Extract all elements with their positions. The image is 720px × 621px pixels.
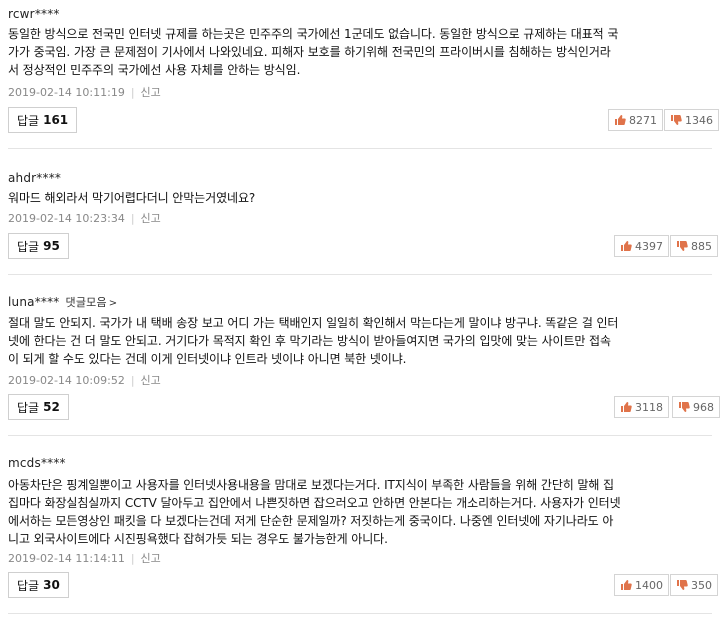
comment-line: 가가 중국임. 가장 큰 문제점이 기사에서 나와있네요. 피해자 보호를 하기… <box>8 45 611 59</box>
dislike-button[interactable]: 885 <box>670 235 718 257</box>
dislike-button[interactable]: 1346 <box>664 109 719 131</box>
like-count: 1400 <box>635 578 663 592</box>
comment-line: 동일한 방식으로 전국민 인터넷 규제를 하는곳은 민주주의 국가에선 1군데도… <box>8 27 619 41</box>
dislike-count: 885 <box>691 239 712 253</box>
like-button[interactable]: 1400 <box>614 574 669 596</box>
comment-divider <box>8 435 712 436</box>
thumbs-down-icon <box>679 402 690 412</box>
reply-label: 답글 <box>17 578 40 593</box>
like-button[interactable]: 3118 <box>614 396 669 418</box>
reply-button[interactable]: 답글 52 <box>8 394 69 420</box>
thumbs-up-icon <box>615 115 626 125</box>
thumbs-down-icon <box>671 115 682 125</box>
comment-divider <box>8 148 712 149</box>
thumbs-down-icon <box>677 241 688 251</box>
reply-label: 답글 <box>17 400 40 415</box>
like-count: 3118 <box>635 400 663 414</box>
comment-line: 니고 외국사이트에다 시진핑욕했다 잡혀가듯 되는 경우도 불가능한게 아니다. <box>8 532 388 546</box>
reply-button[interactable]: 답글 30 <box>8 572 69 598</box>
report-link[interactable]: 신고 <box>141 86 161 99</box>
reply-label: 답글 <box>17 239 40 254</box>
thumbs-up-icon <box>621 402 632 412</box>
comment-timestamp: 2019-02-14 10:11:19 <box>8 86 125 99</box>
thumbs-up-icon <box>621 241 632 251</box>
comment-author[interactable]: mcds**** <box>8 456 66 470</box>
reply-button[interactable]: 답글 95 <box>8 233 69 259</box>
comment-body: 절대 말도 안되지. 국가가 내 택배 송장 보고 어디 가는 택배인지 일일히… <box>8 314 714 368</box>
like-count: 4397 <box>635 239 663 253</box>
comment-line: 집마다 화장실침실까지 CCTV 달아두고 집안에서 나쁜짓하면 잡으러오고 안… <box>8 496 621 510</box>
dislike-button[interactable]: 968 <box>672 396 720 418</box>
like-button[interactable]: 8271 <box>608 109 663 131</box>
comment-timestamp: 2019-02-14 10:09:52 <box>8 374 125 387</box>
dislike-button[interactable]: 350 <box>670 574 718 596</box>
thumbs-down-icon <box>677 580 688 590</box>
comment-line: 에서하는 모든영상인 패킷을 다 보겠다는건데 저게 단순한 문제일까? 저짓하… <box>8 514 614 528</box>
comment-author[interactable]: luna**** <box>8 295 60 309</box>
reply-button[interactable]: 답글 161 <box>8 107 78 133</box>
dislike-count: 968 <box>693 400 714 414</box>
reply-count: 30 <box>43 578 60 592</box>
comment-meta: 2019-02-14 10:11:19 | 신고 <box>8 86 161 99</box>
comment-meta: 2019-02-14 11:14:11 | 신고 <box>8 552 161 565</box>
report-link[interactable]: 신고 <box>141 374 161 387</box>
comment-body: 아동차단은 핑계일뿐이고 사용자를 인터넷사용내용을 맘대로 보겠다는거다. I… <box>8 476 714 548</box>
reply-count: 161 <box>43 113 69 127</box>
comment-line: 아동차단은 핑계일뿐이고 사용자를 인터넷사용내용을 맘대로 보겠다는거다. I… <box>8 478 614 492</box>
comment-line: 절대 말도 안되지. 국가가 내 택배 송장 보고 어디 가는 택배인지 일일히… <box>8 316 619 330</box>
like-count: 8271 <box>629 113 657 127</box>
like-button[interactable]: 4397 <box>614 235 669 257</box>
comment-body: 동일한 방식으로 전국민 인터넷 규제를 하는곳은 민주주의 국가에선 1군데도… <box>8 25 714 79</box>
comment-timestamp: 2019-02-14 11:14:11 <box>8 552 125 565</box>
comment-meta: 2019-02-14 10:09:52 | 신고 <box>8 374 161 387</box>
thumbs-up-icon <box>621 580 632 590</box>
reply-label: 답글 <box>17 113 40 128</box>
report-link[interactable]: 신고 <box>141 212 161 225</box>
comment-timestamp: 2019-02-14 10:23:34 <box>8 212 125 225</box>
chevron-right-icon: > <box>108 298 118 309</box>
reply-count: 95 <box>43 239 60 253</box>
comment-divider <box>8 274 712 275</box>
comment-line: 서 정상적인 민주주의 국가에선 사용 자체를 안하는 방식임. <box>8 63 301 77</box>
dislike-count: 350 <box>691 578 712 592</box>
comment-collection-label: 댓글모음 <box>65 296 107 309</box>
comment-author-row: luna**** 댓글모음 > <box>8 294 117 310</box>
reply-count: 52 <box>43 400 60 414</box>
comment-body: 워마드 해외라서 막기어렵다더니 안막는거였네요? <box>8 189 714 207</box>
report-link[interactable]: 신고 <box>141 552 161 565</box>
comment-meta: 2019-02-14 10:23:34 | 신고 <box>8 212 161 225</box>
comment-divider <box>8 613 712 614</box>
comment-author[interactable]: ahdr**** <box>8 171 61 185</box>
comment-line: 이 되게 할 수도 있다는 건데 이게 인터넷이냐 인트라 넷이냐 아니면 북한… <box>8 352 407 366</box>
comment-line: 워마드 해외라서 막기어렵다더니 안막는거였네요? <box>8 191 256 205</box>
dislike-count: 1346 <box>685 113 713 127</box>
comment-line: 넷에 한다는 건 더 말도 안되고. 거기다가 목적지 확인 후 막기라는 방식… <box>8 334 611 348</box>
comment-collection-link[interactable]: 댓글모음 > <box>66 296 118 309</box>
comment-author[interactable]: rcwr**** <box>8 7 60 21</box>
